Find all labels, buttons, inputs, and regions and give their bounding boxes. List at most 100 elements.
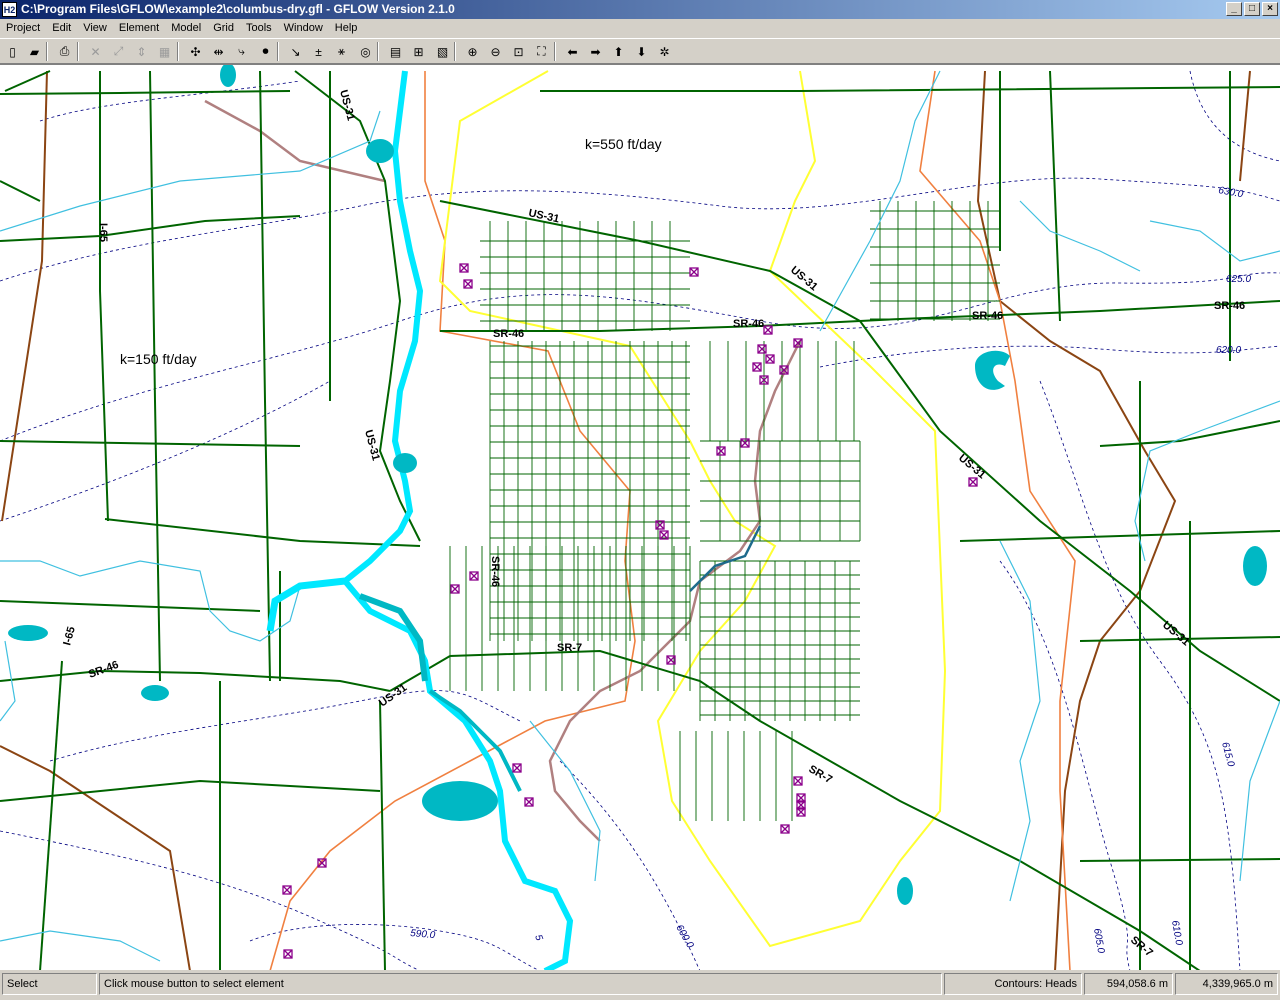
zone-boundary <box>438 70 947 948</box>
menu-project[interactable]: Project <box>0 19 46 38</box>
status-y-coordinate: 4,339,965.0 m <box>1175 973 1278 995</box>
well-marker-cross <box>765 354 775 364</box>
road-label-sr46-a: SR-46 <box>493 328 524 340</box>
globe-icon: ◎ <box>360 44 371 59</box>
center-icon: ✲ <box>659 44 670 59</box>
window-title: C:\Program Files\GFLOW\example2\columbus… <box>21 2 455 16</box>
road-label-sr7-a: SR-7 <box>557 642 582 654</box>
tape-button[interactable]: ⏺ <box>255 41 276 62</box>
toolbar: ▯ ▰ ⎙ ✕ ⤢ ⇕ ▦ ✣ ⇹ ⤷ ⏺ ↘ ± ⚹ ◎ ▤ ⊞ ▧ ⊕ ⊖ ⊡ ⛶ ⬅ ➡ ⬆ ⬇ ✲ <box>0 38 1280 64</box>
menu-tools[interactable]: Tools <box>240 19 278 38</box>
well-marker-cross <box>459 263 469 273</box>
contour-label-610: 610.0 <box>1169 920 1184 947</box>
zoom-out-icon: ⊖ <box>490 44 501 59</box>
toolbar-separator <box>177 42 179 61</box>
globe-button[interactable]: ◎ <box>355 41 376 62</box>
pan-up-button[interactable]: ⬆ <box>608 41 629 62</box>
well-marker-cross <box>752 362 762 372</box>
image-button[interactable]: ▧ <box>432 41 453 62</box>
pan-left-button[interactable]: ⬅ <box>562 41 583 62</box>
well-marker-cross <box>283 949 293 959</box>
pan-up-icon: ⬆ <box>613 44 624 59</box>
road-label-sr46-d: SR-46 <box>1214 300 1245 312</box>
contour-label-620: 620.0 <box>1216 345 1241 356</box>
drain-icon: ⤷ <box>238 44 245 58</box>
add-question-icon: ± <box>315 44 322 59</box>
linesink-button[interactable]: ⇹ <box>208 41 229 62</box>
status-hint: Click mouse button to select element <box>99 973 942 995</box>
well-marker-cross <box>780 824 790 834</box>
pan-down-button[interactable]: ⬇ <box>631 41 652 62</box>
center-button[interactable]: ✲ <box>654 41 675 62</box>
insert-button[interactable]: ⇕ <box>131 41 152 62</box>
streams <box>0 70 1280 962</box>
menu-view[interactable]: View <box>77 19 113 38</box>
toolbar-separator <box>277 42 279 61</box>
delete-button[interactable]: ✕ <box>85 41 106 62</box>
print-button[interactable]: ⎙ <box>54 41 75 62</box>
road-label-sr46-e: SR-46 <box>489 556 501 587</box>
well-icon: ✣ <box>190 44 201 59</box>
map-canvas[interactable]: US-31 US-31 US-31 US-31 US-31 US-31 US-3… <box>0 64 1280 970</box>
tracing-icon: ⚹ <box>337 44 346 58</box>
pan-right-button[interactable]: ➡ <box>585 41 606 62</box>
well-marker-cross <box>469 571 479 581</box>
well-marker-cross <box>450 584 460 594</box>
status-contours: Contours: Heads <box>944 973 1082 995</box>
orange-lines <box>269 70 1076 970</box>
pan-left-icon: ⬅ <box>567 44 578 59</box>
well-button[interactable]: ✣ <box>185 41 206 62</box>
pathline-icon: ↘ <box>290 44 301 59</box>
restore-button[interactable]: □ <box>1244 2 1260 16</box>
road-label-sr46-b: SR-46 <box>733 318 764 330</box>
pan-right-icon: ➡ <box>590 44 601 59</box>
layer-icon: ▦ <box>158 44 171 59</box>
pathline-button[interactable]: ↘ <box>285 41 306 62</box>
tape-icon: ⏺ <box>262 44 269 58</box>
contour-lines <box>0 70 1280 970</box>
road-label-us31-e: US-31 <box>956 452 988 481</box>
toolbar-separator <box>377 42 379 61</box>
new-button[interactable]: ▯ <box>2 41 23 62</box>
tracing-button[interactable]: ⚹ <box>331 41 352 62</box>
menu-edit[interactable]: Edit <box>46 19 77 38</box>
zoom-window-icon: ⊡ <box>513 44 524 59</box>
well-marker-cross <box>763 325 773 335</box>
well-marker-cross <box>716 446 726 456</box>
zoom-in-icon: ⊕ <box>467 44 478 59</box>
zoom-extent-button[interactable]: ⛶ <box>531 41 552 62</box>
close-button[interactable]: × <box>1262 2 1278 16</box>
toolbar-separator <box>454 42 456 61</box>
layer-button[interactable]: ▦ <box>154 41 175 62</box>
drain-button[interactable]: ⤷ <box>231 41 252 62</box>
well-marker-cross <box>282 885 292 895</box>
well-marker-cross <box>740 438 750 448</box>
contour-label-625: 625.0 <box>1226 274 1251 285</box>
menu-element[interactable]: Element <box>113 19 165 38</box>
menu-grid[interactable]: Grid <box>207 19 240 38</box>
menu-help[interactable]: Help <box>329 19 364 38</box>
insert-icon: ⇕ <box>136 44 147 59</box>
zoom-window-button[interactable]: ⊡ <box>508 41 529 62</box>
menu-window[interactable]: Window <box>278 19 329 38</box>
add-question-button[interactable]: ± <box>308 41 329 62</box>
river <box>266 70 762 970</box>
zone-label-k550: k=550 ft/day <box>585 136 662 152</box>
road-label-i65-b: I-65 <box>61 625 78 646</box>
minimize-button[interactable]: _ <box>1226 2 1242 16</box>
calculator-button[interactable]: ▤ <box>385 41 406 62</box>
zoom-extent-icon: ⛶ <box>537 44 546 58</box>
road-label-us31-g: US-31 <box>377 682 409 710</box>
move-button[interactable]: ⤢ <box>108 41 129 62</box>
grid-button[interactable]: ⊞ <box>408 41 429 62</box>
zoom-out-button[interactable]: ⊖ <box>485 41 506 62</box>
open-folder-button[interactable]: ▰ <box>24 41 45 62</box>
delete-icon: ✕ <box>90 44 101 59</box>
title-bar: H2 C:\Program Files\GFLOW\example2\colum… <box>0 0 1280 19</box>
menu-model[interactable]: Model <box>165 19 207 38</box>
well-marker-cross <box>689 267 699 277</box>
print-icon: ⎙ <box>59 44 70 58</box>
toolbar-separator <box>46 42 48 61</box>
zoom-in-button[interactable]: ⊕ <box>462 41 483 62</box>
new-icon: ▯ <box>9 44 16 59</box>
